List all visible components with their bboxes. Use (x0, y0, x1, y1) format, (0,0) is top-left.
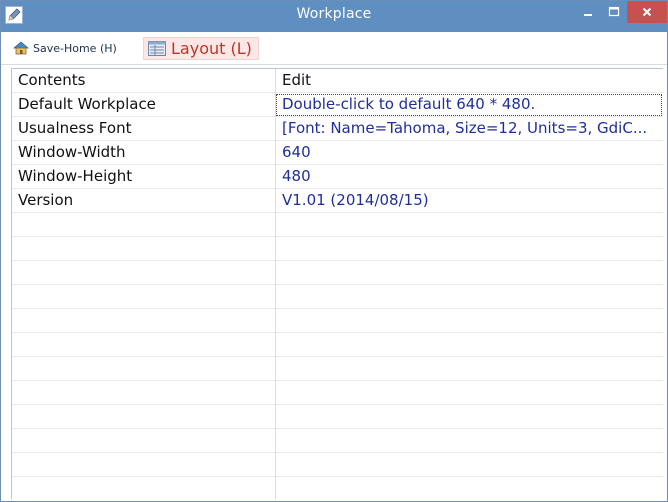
save-home-label: Save-Home (H) (33, 41, 117, 55)
layout-label: Layout (L) (171, 39, 252, 58)
empty-cell (12, 261, 275, 285)
empty-row[interactable] (12, 357, 663, 381)
table-row[interactable]: Window-Width 640 (12, 141, 663, 165)
property-value[interactable]: V1.01 (2014/08/15) (275, 189, 663, 213)
empty-row[interactable] (12, 429, 663, 453)
empty-cell (12, 357, 275, 381)
property-name: Window-Height (18, 167, 133, 185)
table-row[interactable]: Version V1.01 (2014/08/15) (12, 189, 663, 213)
empty-cell (12, 453, 275, 477)
minimize-button[interactable] (575, 1, 601, 23)
layout-grid-icon (148, 41, 166, 56)
empty-cell[interactable] (275, 285, 663, 309)
empty-cell[interactable] (275, 213, 663, 237)
empty-cell[interactable] (275, 405, 663, 429)
empty-cell (12, 381, 275, 405)
minimize-icon (584, 14, 592, 16)
empty-row[interactable] (12, 381, 663, 405)
maximize-icon (608, 6, 620, 17)
save-home-icon (13, 41, 29, 55)
title-bar[interactable]: Workplace (1, 1, 667, 32)
empty-row[interactable] (12, 285, 663, 309)
empty-row[interactable] (12, 309, 663, 333)
column-header-edit[interactable]: Edit (275, 69, 663, 93)
empty-cell[interactable] (275, 429, 663, 453)
workplace-window: Workplace Save-Home (H) Layout (L) Conte… (0, 0, 668, 502)
empty-cell[interactable] (275, 237, 663, 261)
empty-cell[interactable] (275, 381, 663, 405)
property-value[interactable]: 480 (275, 165, 663, 189)
table-row[interactable]: Default Workplace Double-click to defaul… (12, 93, 663, 117)
toolbar: Save-Home (H) Layout (L) (1, 32, 667, 65)
window-title: Workplace (296, 6, 372, 22)
close-button[interactable] (627, 1, 667, 23)
empty-row[interactable] (12, 333, 663, 357)
empty-cell[interactable] (275, 333, 663, 357)
property-grid[interactable]: Contents Edit Default Workplace Double-c… (11, 68, 663, 499)
empty-cell (12, 405, 275, 429)
close-icon (642, 7, 652, 17)
property-name: Default Workplace (18, 95, 156, 113)
empty-cell[interactable] (275, 357, 663, 381)
empty-cell (12, 333, 275, 357)
empty-cell (12, 285, 275, 309)
empty-cell[interactable] (275, 453, 663, 477)
empty-cell (12, 477, 275, 499)
empty-row[interactable] (12, 453, 663, 477)
empty-row[interactable] (12, 405, 663, 429)
column-header-contents[interactable]: Contents (12, 69, 275, 93)
table-row[interactable]: Usualness Font [Font: Name=Tahoma, Size=… (12, 117, 663, 141)
empty-cell[interactable] (275, 477, 663, 499)
empty-cell[interactable] (275, 309, 663, 333)
property-name: Usualness Font (18, 119, 132, 137)
empty-cell (12, 213, 275, 237)
empty-cell (12, 429, 275, 453)
property-value[interactable]: [Font: Name=Tahoma, Size=12, Units=3, Gd… (275, 117, 663, 141)
maximize-button[interactable] (601, 1, 627, 23)
empty-row[interactable] (12, 261, 663, 285)
property-name: Window-Width (18, 143, 126, 161)
layout-button[interactable]: Layout (L) (143, 37, 259, 60)
table-row[interactable]: Window-Height 480 (12, 165, 663, 189)
empty-row[interactable] (12, 477, 663, 499)
empty-row[interactable] (12, 213, 663, 237)
empty-cell[interactable] (275, 261, 663, 285)
property-value[interactable]: Double-click to default 640 * 480. (275, 93, 663, 117)
grid-header-row: Contents Edit (12, 69, 663, 93)
empty-row[interactable] (12, 237, 663, 261)
property-name: Version (18, 191, 74, 209)
empty-cell (12, 309, 275, 333)
empty-cell (12, 237, 275, 261)
save-home-button[interactable]: Save-Home (H) (9, 36, 121, 60)
property-value[interactable]: 640 (275, 141, 663, 165)
